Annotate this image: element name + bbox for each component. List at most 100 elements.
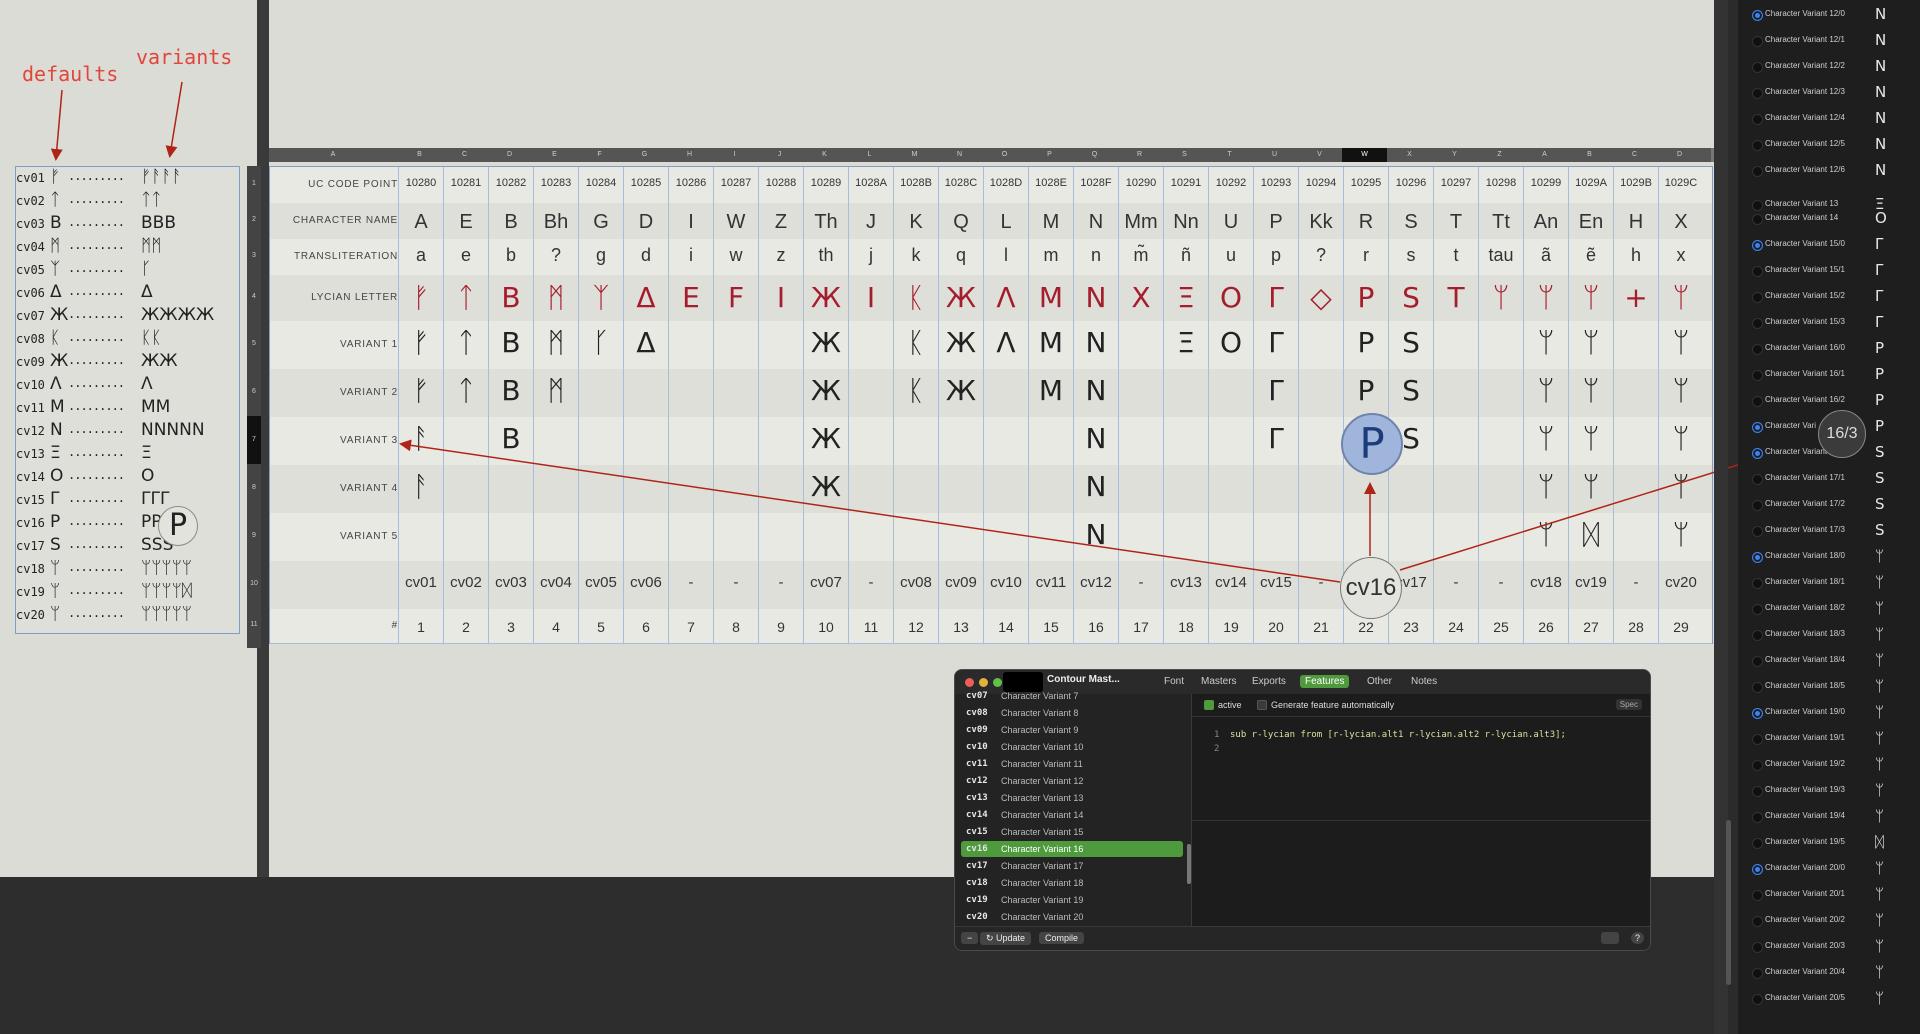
glyph-cell[interactable] <box>668 369 713 417</box>
variant-list-item[interactable]: Character Variant 12/3 N <box>1752 83 1912 102</box>
glyph-cell[interactable]: - <box>1118 561 1163 609</box>
column-letter[interactable]: J <box>757 148 802 162</box>
glyph-cell[interactable] <box>1298 321 1343 369</box>
glyph-cell[interactable]: - <box>1478 561 1523 609</box>
radio-button[interactable] <box>1752 968 1763 979</box>
glyph-cell[interactable]: N <box>1073 465 1118 513</box>
glyph-cell[interactable] <box>1163 465 1208 513</box>
glyph-cell[interactable]: 25 <box>1478 609 1523 643</box>
glyph-cell[interactable]: 10298 <box>1478 167 1523 203</box>
variant-list-item[interactable]: Character Variant 15/3 Γ <box>1752 313 1912 332</box>
glyph-cell[interactable] <box>578 513 623 561</box>
glyph-cell[interactable]: D <box>623 203 668 239</box>
glyph-cell[interactable]: B <box>488 203 533 239</box>
update-button[interactable]: ↻ Update <box>980 932 1032 945</box>
glyph-cell[interactable]: e <box>443 239 488 275</box>
glyph-cell[interactable] <box>1388 465 1433 513</box>
glyph-cell[interactable]: n <box>1073 239 1118 275</box>
glyph-cell[interactable] <box>983 465 1028 513</box>
glyph-cell[interactable] <box>758 417 803 465</box>
variant-list-item[interactable]: Character Variant 15/2 Γ <box>1752 287 1912 306</box>
glyph-cell[interactable]: cv01 <box>398 561 443 609</box>
glyph-cell[interactable]: An <box>1523 203 1568 239</box>
variant-list-item[interactable]: Character Variant 12/5 N <box>1752 135 1912 154</box>
glyph-cell[interactable]: ᚨ <box>398 465 443 513</box>
column-letter[interactable]: I <box>712 148 757 162</box>
glyph-cell[interactable] <box>1478 465 1523 513</box>
radio-button[interactable] <box>1752 630 1763 641</box>
radio-button[interactable] <box>1752 942 1763 953</box>
glyph-cell[interactable]: 10282 <box>488 167 533 203</box>
glyph-cell[interactable] <box>848 417 893 465</box>
glyph-cell[interactable]: cv10 <box>983 561 1028 609</box>
glyph-cell[interactable]: q <box>938 239 983 275</box>
glyph-cell[interactable]: ᛘ <box>1523 321 1568 369</box>
feature-code-editor[interactable]: active Generate feature automatically Sp… <box>1192 694 1650 926</box>
radio-button[interactable] <box>1752 114 1763 125</box>
variant-list-item[interactable]: Character Variant 19/1 ᛘ <box>1752 729 1912 748</box>
radio-button[interactable] <box>1752 266 1763 277</box>
glyph-cell[interactable]: 23 <box>1388 609 1433 643</box>
radio-button[interactable] <box>1752 448 1763 459</box>
glyph-cell[interactable]: Ξ <box>1163 321 1208 369</box>
glyph-cell[interactable] <box>983 513 1028 561</box>
glyph-cell[interactable]: ᛘ <box>1658 513 1703 561</box>
column-letter[interactable]: Z <box>1477 148 1522 162</box>
glyph-cell[interactable] <box>1208 417 1253 465</box>
glyph-cell[interactable] <box>1613 513 1658 561</box>
glyph-cell[interactable]: - <box>758 561 803 609</box>
tab-exports[interactable]: Exports <box>1247 675 1291 688</box>
variant-list-item[interactable]: Character Variant 12/1 N <box>1752 31 1912 50</box>
glyph-cell[interactable]: 10289 <box>803 167 848 203</box>
radio-button[interactable] <box>1752 88 1763 99</box>
variant-list-item[interactable]: Character Variant 18/3 ᛘ <box>1752 625 1912 644</box>
glyph-cell[interactable] <box>1613 465 1658 513</box>
radio-button[interactable] <box>1752 292 1763 303</box>
glyph-cell[interactable]: Λ <box>983 275 1028 321</box>
radio-button[interactable] <box>1752 344 1763 355</box>
glyph-cell[interactable]: ? <box>533 239 578 275</box>
row-number[interactable]: 5 <box>247 320 261 368</box>
glyph-cell[interactable]: Γ <box>1253 369 1298 417</box>
glyph-cell[interactable]: Γ <box>1253 275 1298 321</box>
glyph-cell[interactable]: 10287 <box>713 167 758 203</box>
glyph-cell[interactable] <box>1343 513 1388 561</box>
variant-list-item[interactable]: Character Variant 12/0 N <box>1752 5 1912 24</box>
glyph-cell[interactable] <box>893 513 938 561</box>
column-letter[interactable]: F <box>577 148 622 162</box>
glyph-cell[interactable]: 4 <box>533 609 578 643</box>
glyph-cell[interactable] <box>578 465 623 513</box>
compile-button[interactable]: Compile <box>1039 932 1085 944</box>
column-letter[interactable]: X <box>1387 148 1432 162</box>
glyph-cell[interactable]: 19 <box>1208 609 1253 643</box>
variant-list-item[interactable]: Character Variant 18/0 ᛘ <box>1752 547 1912 566</box>
glyph-cell[interactable]: 13 <box>938 609 983 643</box>
glyph-cell[interactable]: 1029B <box>1613 167 1658 203</box>
glyph-cell[interactable] <box>488 513 533 561</box>
variant-list-item[interactable]: Character Variant 19/2 ᛘ <box>1752 755 1912 774</box>
glyph-cell[interactable]: S <box>1388 321 1433 369</box>
column-letter[interactable]: A <box>1522 148 1567 162</box>
glyph-cell[interactable]: N <box>1073 417 1118 465</box>
glyph-cell[interactable]: cv15 <box>1253 561 1298 609</box>
glyph-cell[interactable]: Γ <box>1253 321 1298 369</box>
glyph-cell[interactable]: N <box>1073 513 1118 561</box>
glyph-cell[interactable]: cv09 <box>938 561 983 609</box>
glyph-cell[interactable] <box>848 513 893 561</box>
glyph-cell[interactable]: cv05 <box>578 561 623 609</box>
variant-list-item[interactable]: Character Variant 18/5 ᛘ <box>1752 677 1912 696</box>
glyph-cell[interactable]: M <box>1028 321 1073 369</box>
glyph-cell[interactable]: - <box>1613 561 1658 609</box>
feature-code-line[interactable]: sub r-lycian from [r-lycian.alt1 r-lycia… <box>1230 730 1566 740</box>
glyph-cell[interactable]: cv20 <box>1658 561 1703 609</box>
glyph-cell[interactable] <box>938 513 983 561</box>
glyph-cell[interactable]: m <box>1028 239 1073 275</box>
radio-button[interactable] <box>1752 396 1763 407</box>
glyph-cell[interactable]: S <box>1388 275 1433 321</box>
glyph-cell[interactable]: b <box>488 239 533 275</box>
column-letter[interactable]: V <box>1297 148 1342 162</box>
right-panel-scrollbar[interactable] <box>1726 820 1731 985</box>
glyph-cell[interactable]: 1028F <box>1073 167 1118 203</box>
glyph-cell[interactable]: B <box>488 321 533 369</box>
glyph-cell[interactable]: u <box>1208 239 1253 275</box>
